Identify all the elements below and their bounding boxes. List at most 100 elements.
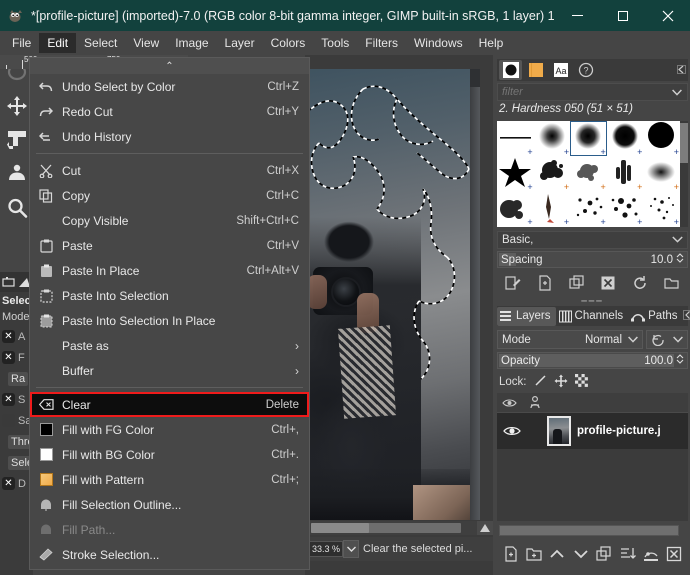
lock-position-toggle[interactable] — [554, 374, 568, 391]
navigation-preview-button[interactable] — [477, 521, 493, 535]
brush-cell[interactable] — [534, 226, 571, 227]
canvas[interactable] — [305, 69, 480, 520]
brush-cell[interactable]: + — [534, 191, 571, 226]
lock-alpha-toggle[interactable] — [574, 374, 588, 390]
menu-item-clear[interactable]: Clear Delete — [30, 392, 309, 417]
brush-cell[interactable]: + — [570, 191, 607, 226]
brush-cell[interactable]: + — [643, 191, 680, 226]
brush-cell[interactable] — [497, 226, 534, 227]
patterns-tab[interactable] — [524, 60, 547, 80]
menu-item-paste-into-selection[interactable]: Paste Into Selection — [30, 283, 309, 308]
brush-filter-input[interactable] — [498, 86, 667, 98]
menu-item-copy-visible[interactable]: Copy Visible Shift+Ctrl+C — [30, 208, 309, 233]
menu-edit[interactable]: Edit — [39, 33, 77, 53]
layer-name[interactable]: profile-picture.j — [577, 425, 661, 437]
zoom-dropdown-button[interactable] — [343, 540, 360, 558]
document-history-tab[interactable]: ? — [574, 60, 597, 80]
layer-list[interactable]: profile-picture.j — [497, 413, 688, 521]
menu-item-paste-as[interactable]: Paste as › — [30, 333, 309, 358]
brush-cell[interactable]: + — [607, 191, 644, 226]
paths-tab[interactable]: Paths — [628, 307, 682, 326]
menu-item-buffer[interactable]: Buffer › — [30, 358, 309, 383]
maximize-button[interactable] — [600, 0, 645, 31]
raise-layer-button[interactable] — [547, 543, 568, 565]
menu-tools[interactable]: Tools — [313, 33, 357, 53]
layers-dock-menu-button[interactable] — [682, 309, 690, 323]
horizontal-scrollbar[interactable] — [305, 521, 493, 535]
new-layer-button[interactable] — [500, 543, 521, 565]
brush-cell[interactable]: + — [643, 121, 680, 156]
menu-help[interactable]: Help — [471, 33, 512, 53]
menu-scroll-up-arrow[interactable]: ⌃ — [30, 58, 309, 74]
channels-tab[interactable]: Channels — [556, 307, 629, 326]
brush-grid[interactable]: + + + + + + + + + + + + + + + — [497, 121, 680, 227]
brush-cell[interactable] — [570, 226, 607, 227]
checkbox-draw-mask[interactable]: ✕ — [2, 477, 15, 490]
scrollbar-thumb[interactable] — [311, 523, 369, 533]
tool-options-tab[interactable] — [0, 272, 17, 292]
brush-cell[interactable]: + — [497, 121, 534, 156]
menu-item-copy[interactable]: Copy Ctrl+C — [30, 183, 309, 208]
lower-layer-button[interactable] — [570, 543, 591, 565]
checkbox-select-transparent[interactable]: ✕ — [2, 393, 15, 406]
menu-layer[interactable]: Layer — [217, 33, 263, 53]
layer-list-horizontal-scrollbar[interactable] — [499, 525, 679, 536]
menu-item-undo-history[interactable]: Undo History — [30, 124, 309, 149]
brushes-tab[interactable] — [499, 60, 522, 80]
menu-item-stroke-selection[interactable]: Stroke Selection... — [30, 542, 309, 567]
brush-cell[interactable] — [643, 226, 680, 227]
delete-brush-button[interactable] — [596, 272, 620, 294]
layer-visibility-icon[interactable] — [499, 425, 525, 437]
menu-item-undo-select-by-color[interactable]: Undo Select by Color Ctrl+Z — [30, 74, 309, 99]
brush-cell[interactable]: + — [534, 121, 571, 156]
menu-select[interactable]: Select — [76, 33, 125, 53]
brush-filter-row[interactable] — [497, 83, 688, 101]
checkbox-antialiasing[interactable]: ✕ — [2, 330, 15, 343]
brush-cell[interactable]: + — [497, 191, 534, 226]
brush-cell-selected[interactable]: + — [570, 121, 607, 156]
duplicate-layer-button[interactable] — [594, 543, 615, 565]
brush-cell[interactable]: + — [497, 156, 534, 191]
minimize-button[interactable] — [555, 0, 600, 31]
menu-item-paste[interactable]: Paste Ctrl+V — [30, 233, 309, 258]
menu-item-fill-selection-outline[interactable]: Fill Selection Outline... — [30, 492, 309, 517]
dock-resize-grip[interactable]: ━━━ — [497, 296, 688, 306]
menu-item-paste-into-selection-in-place[interactable]: Paste Into Selection In Place — [30, 308, 309, 333]
layer-row[interactable]: profile-picture.j — [497, 413, 688, 449]
lock-pixels-toggle[interactable] — [534, 374, 547, 390]
opacity-stepper[interactable] — [676, 353, 684, 368]
edit-brush-button[interactable] — [501, 272, 525, 294]
open-brush-folder-button[interactable] — [660, 272, 684, 294]
menu-image[interactable]: Image — [167, 33, 216, 53]
duplicate-brush-button[interactable] — [565, 272, 589, 294]
close-button[interactable] — [645, 0, 690, 31]
brush-cell[interactable]: + — [607, 156, 644, 191]
dock-menu-button[interactable] — [674, 59, 688, 79]
brush-cell[interactable]: + — [643, 156, 680, 191]
brush-cell[interactable]: + — [570, 156, 607, 191]
checkbox-feather[interactable]: ✕ — [2, 351, 15, 364]
brush-grid-scrollbar[interactable] — [680, 121, 688, 227]
layers-tab[interactable]: Layers — [497, 306, 556, 326]
spacing-slider[interactable]: Spacing 10.0 — [497, 251, 688, 268]
scrollbar-thumb[interactable] — [680, 123, 688, 163]
new-brush-button[interactable] — [533, 272, 557, 294]
checkbox-sample-merged[interactable]: ✕ — [2, 414, 15, 427]
spacing-stepper[interactable] — [676, 252, 684, 267]
menu-colors[interactable]: Colors — [263, 33, 314, 53]
refresh-brushes-button[interactable] — [628, 272, 652, 294]
anchor-layer-button[interactable] — [641, 543, 662, 565]
menu-item-paste-in-place[interactable]: Paste In Place Ctrl+Alt+V — [30, 258, 309, 283]
menu-item-cut[interactable]: Cut Ctrl+X — [30, 158, 309, 183]
menu-item-fill-with-pattern[interactable]: Fill with Pattern Ctrl+; — [30, 467, 309, 492]
merge-down-button[interactable] — [617, 543, 638, 565]
fonts-tab[interactable]: Aa — [549, 60, 572, 80]
spacing-value[interactable]: 10.0 — [651, 254, 673, 266]
brush-cell[interactable] — [607, 226, 644, 227]
menu-windows[interactable]: Windows — [406, 33, 471, 53]
zoom-level-input[interactable]: 33.3 % — [309, 541, 344, 557]
menu-file[interactable]: File — [4, 33, 39, 53]
opacity-slider[interactable]: Opacity 100.0 — [497, 352, 688, 369]
delete-layer-button[interactable] — [664, 543, 685, 565]
chevron-down-icon[interactable] — [667, 85, 687, 99]
